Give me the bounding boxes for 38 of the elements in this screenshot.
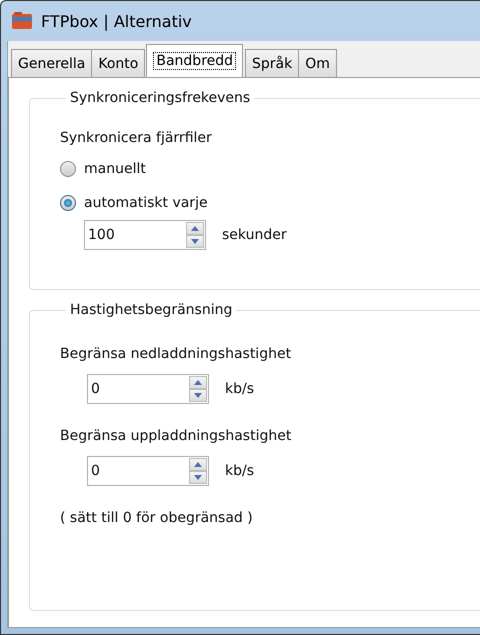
field-value: 0: [91, 463, 100, 479]
up-arrow-icon: [194, 380, 202, 385]
number-field[interactable]: 0: [87, 456, 209, 486]
spin-up-button[interactable]: [186, 222, 204, 235]
up-arrow-icon: [194, 462, 202, 467]
app-icon: [11, 12, 33, 30]
down-arrow-icon: [194, 393, 202, 398]
spin-up-button[interactable]: [189, 458, 207, 471]
field-label: Begränsa nedladdningshastighet: [60, 346, 292, 362]
tab[interactable]: Generella: [11, 49, 92, 77]
number-field[interactable]: 100: [84, 220, 206, 250]
group-title: Synkroniceringsfrekevens: [69, 90, 252, 106]
down-arrow-icon: [194, 475, 202, 480]
radio-button[interactable]: [60, 195, 76, 211]
unit-label: kb/s: [225, 463, 254, 479]
spin-up-button[interactable]: [189, 376, 207, 389]
window-title: FTPbox | Alternativ: [41, 12, 192, 30]
field-value: 0: [91, 381, 100, 397]
number-field[interactable]: 0: [87, 374, 209, 404]
radio-button[interactable]: [60, 161, 76, 177]
field-label: Begränsa uppladdningshastighet: [60, 428, 292, 444]
group-title: Hastighetsbegränsning: [69, 302, 234, 318]
unit-label: kb/s: [225, 381, 254, 397]
radio-label[interactable]: automatiskt varje: [84, 195, 208, 211]
spin-down-button[interactable]: [189, 389, 207, 402]
down-arrow-icon: [191, 239, 199, 244]
tab[interactable]: Bandbredd: [146, 44, 244, 77]
spin-down-button[interactable]: [186, 235, 204, 248]
spin-down-button[interactable]: [189, 471, 207, 484]
field-label: Synkronicera fjärrfiler: [60, 130, 213, 146]
hint-text: ( sätt till 0 för obegränsad ): [60, 510, 254, 526]
field-value: 100: [88, 227, 115, 243]
tab[interactable]: Konto: [91, 49, 146, 77]
radio-label[interactable]: manuellt: [84, 161, 146, 177]
up-arrow-icon: [191, 226, 199, 231]
unit-label: sekunder: [222, 227, 287, 243]
tab[interactable]: Språk: [245, 49, 300, 77]
tab[interactable]: Om: [298, 49, 337, 77]
